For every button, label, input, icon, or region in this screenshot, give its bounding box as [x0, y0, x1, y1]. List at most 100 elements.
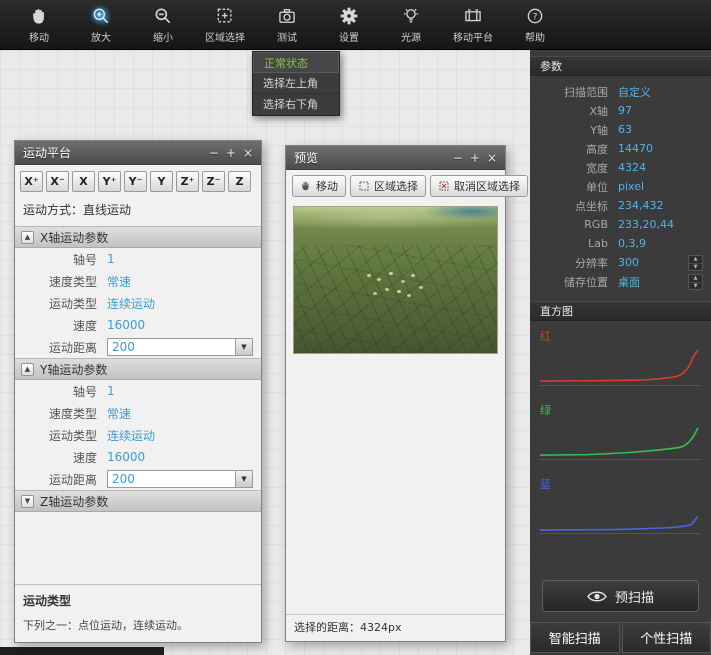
- toolbar-light-button[interactable]: 光源: [388, 5, 434, 44]
- toolbar-move-button[interactable]: 移动: [16, 5, 62, 44]
- toolbar-zoom-out-button[interactable]: 缩小: [140, 5, 186, 44]
- section-header-y-axis[interactable]: ▲ Y轴运动参数: [15, 358, 261, 380]
- svg-text:?: ?: [533, 11, 538, 22]
- preview-image-cracks: [294, 245, 497, 353]
- param-row-save-location: 储存位置 桌面 ▲ ▼: [530, 272, 711, 291]
- param-value: 0,3,9: [618, 237, 703, 250]
- param-value[interactable]: 97: [618, 104, 703, 117]
- row-label: 速度类型: [15, 405, 97, 422]
- collapse-icon[interactable]: ▲: [21, 363, 34, 376]
- close-button[interactable]: ×: [243, 147, 253, 159]
- maximize-button[interactable]: +: [470, 152, 480, 164]
- section-title: Y轴运动参数: [40, 361, 107, 378]
- row-label: 轴号: [15, 251, 97, 268]
- button-label: 移动: [316, 178, 338, 194]
- footer-title: 运动类型: [23, 592, 253, 609]
- toolbar-test-button[interactable]: 测试: [264, 5, 310, 44]
- axis-jog-buttons: X⁺ X⁻ X Y⁺ Y⁻ Y Z⁺ Z⁻ Z: [15, 165, 261, 197]
- preview-cancel-region-button[interactable]: 取消区域选择: [430, 175, 528, 197]
- param-value[interactable]: 4324: [618, 161, 703, 174]
- expand-icon[interactable]: ▼: [21, 495, 34, 508]
- bottom-scrollbar[interactable]: [0, 647, 164, 655]
- param-value[interactable]: 14470: [618, 142, 703, 155]
- row-label: 运动类型: [15, 427, 97, 444]
- histogram-red-curve: [540, 350, 698, 381]
- row-label: 运动类型: [15, 295, 97, 312]
- param-row-width: 宽度 4324: [530, 158, 711, 177]
- menu-item-select-top-left[interactable]: 选择左上角: [253, 73, 339, 94]
- preview-move-button[interactable]: 移动: [292, 175, 346, 197]
- row-label: 轴号: [15, 383, 97, 400]
- toolbar-label: 移动: [29, 29, 49, 44]
- section-header-z-axis[interactable]: ▼ Z轴运动参数: [15, 490, 261, 512]
- stepper-up-icon[interactable]: ▲: [689, 256, 702, 264]
- param-label: Lab: [530, 237, 608, 250]
- light-bulb-icon: [400, 5, 422, 27]
- motion-window-footer: 运动类型 下列之一：点位运动，连续运动。: [15, 584, 261, 642]
- motion-window-titlebar[interactable]: 运动平台 − + ×: [15, 141, 261, 165]
- minimize-button[interactable]: −: [209, 147, 219, 159]
- preview-toolbar: 移动 区域选择 取消区域选择: [286, 170, 505, 202]
- histogram-blue-label: 蓝: [540, 476, 701, 492]
- param-value[interactable]: 自定义: [618, 84, 703, 100]
- stepper-up-icon[interactable]: ▲: [689, 275, 702, 283]
- param-label: RGB: [530, 218, 608, 231]
- smart-scan-button[interactable]: 智能扫描: [530, 622, 620, 653]
- param-label: 高度: [530, 141, 608, 157]
- minimize-button[interactable]: −: [453, 152, 463, 164]
- main-toolbar: 移动 放大 缩小: [0, 0, 711, 50]
- close-button[interactable]: ×: [487, 152, 497, 164]
- dropdown-value: 200: [108, 471, 235, 487]
- param-row-scan-range: 扫描范围 自定义: [530, 82, 711, 101]
- parameters-rows: 扫描范围 自定义 X轴 97 Y轴 63 高度 14470 宽度 4324 单位…: [530, 76, 711, 295]
- toolbar-settings-button[interactable]: 设置: [326, 5, 372, 44]
- collapse-icon[interactable]: ▲: [21, 231, 34, 244]
- maximize-button[interactable]: +: [226, 147, 236, 159]
- preview-image[interactable]: [293, 206, 498, 354]
- axis-z-button[interactable]: Z: [228, 171, 251, 192]
- preview-window-titlebar[interactable]: 预览 − + ×: [286, 146, 505, 170]
- prescan-button[interactable]: 预扫描: [542, 580, 699, 612]
- toolbar-help-button[interactable]: ? 帮助: [512, 5, 558, 44]
- axis-z-minus-button[interactable]: Z⁻: [202, 171, 225, 192]
- param-label: 宽度: [530, 160, 608, 176]
- custom-scan-button[interactable]: 个性扫描: [622, 622, 711, 653]
- button-label: 预扫描: [615, 587, 654, 606]
- histogram-header: 直方图: [530, 301, 711, 321]
- axis-y-button[interactable]: Y: [150, 171, 173, 192]
- param-row: 轴号 1: [15, 248, 261, 270]
- row-value: 常速: [107, 273, 131, 290]
- x-distance-dropdown[interactable]: 200 ▼: [107, 338, 253, 356]
- dropdown-arrow-icon[interactable]: ▼: [235, 339, 252, 355]
- preview-region-select-button[interactable]: 区域选择: [350, 175, 426, 197]
- scan-buttons-row: 智能扫描 个性扫描: [530, 622, 711, 653]
- toolbar-platform-button[interactable]: 移动平台: [450, 5, 496, 44]
- stepper-down-icon[interactable]: ▼: [689, 283, 702, 290]
- axis-x-button[interactable]: X: [72, 171, 95, 192]
- param-label: 点坐标: [530, 198, 608, 214]
- section-header-x-axis[interactable]: ▲ X轴运动参数: [15, 226, 261, 248]
- param-row: 运动距离 200 ▼: [15, 336, 261, 358]
- toolbar-zoom-in-button[interactable]: 放大: [78, 5, 124, 44]
- param-value[interactable]: pixel: [618, 180, 703, 193]
- window-title: 预览: [294, 149, 318, 166]
- axis-x-minus-button[interactable]: X⁻: [46, 171, 69, 192]
- motion-mode-label: 运动方式：直线运动: [15, 197, 261, 226]
- menu-item-select-bottom-right[interactable]: 选择右下角: [253, 94, 339, 115]
- menu-item-normal-state[interactable]: 正常状态: [253, 52, 339, 73]
- axis-y-minus-button[interactable]: Y⁻: [124, 171, 147, 192]
- resolution-stepper[interactable]: ▲ ▼: [688, 255, 703, 271]
- param-value[interactable]: 63: [618, 123, 703, 136]
- y-distance-dropdown[interactable]: 200 ▼: [107, 470, 253, 488]
- dropdown-arrow-icon[interactable]: ▼: [235, 471, 252, 487]
- axis-z-plus-button[interactable]: Z⁺: [176, 171, 199, 192]
- stepper-down-icon[interactable]: ▼: [689, 264, 702, 271]
- param-value[interactable]: 300: [618, 256, 688, 269]
- axis-y-plus-button[interactable]: Y⁺: [98, 171, 121, 192]
- axis-x-plus-button[interactable]: X⁺: [20, 171, 43, 192]
- save-location-stepper[interactable]: ▲ ▼: [688, 274, 703, 290]
- toolbar-region-select-button[interactable]: 区域选择: [202, 5, 248, 44]
- param-row: 速度 16000: [15, 446, 261, 468]
- histogram-green-label: 绿: [540, 402, 701, 418]
- param-value[interactable]: 桌面: [618, 274, 688, 290]
